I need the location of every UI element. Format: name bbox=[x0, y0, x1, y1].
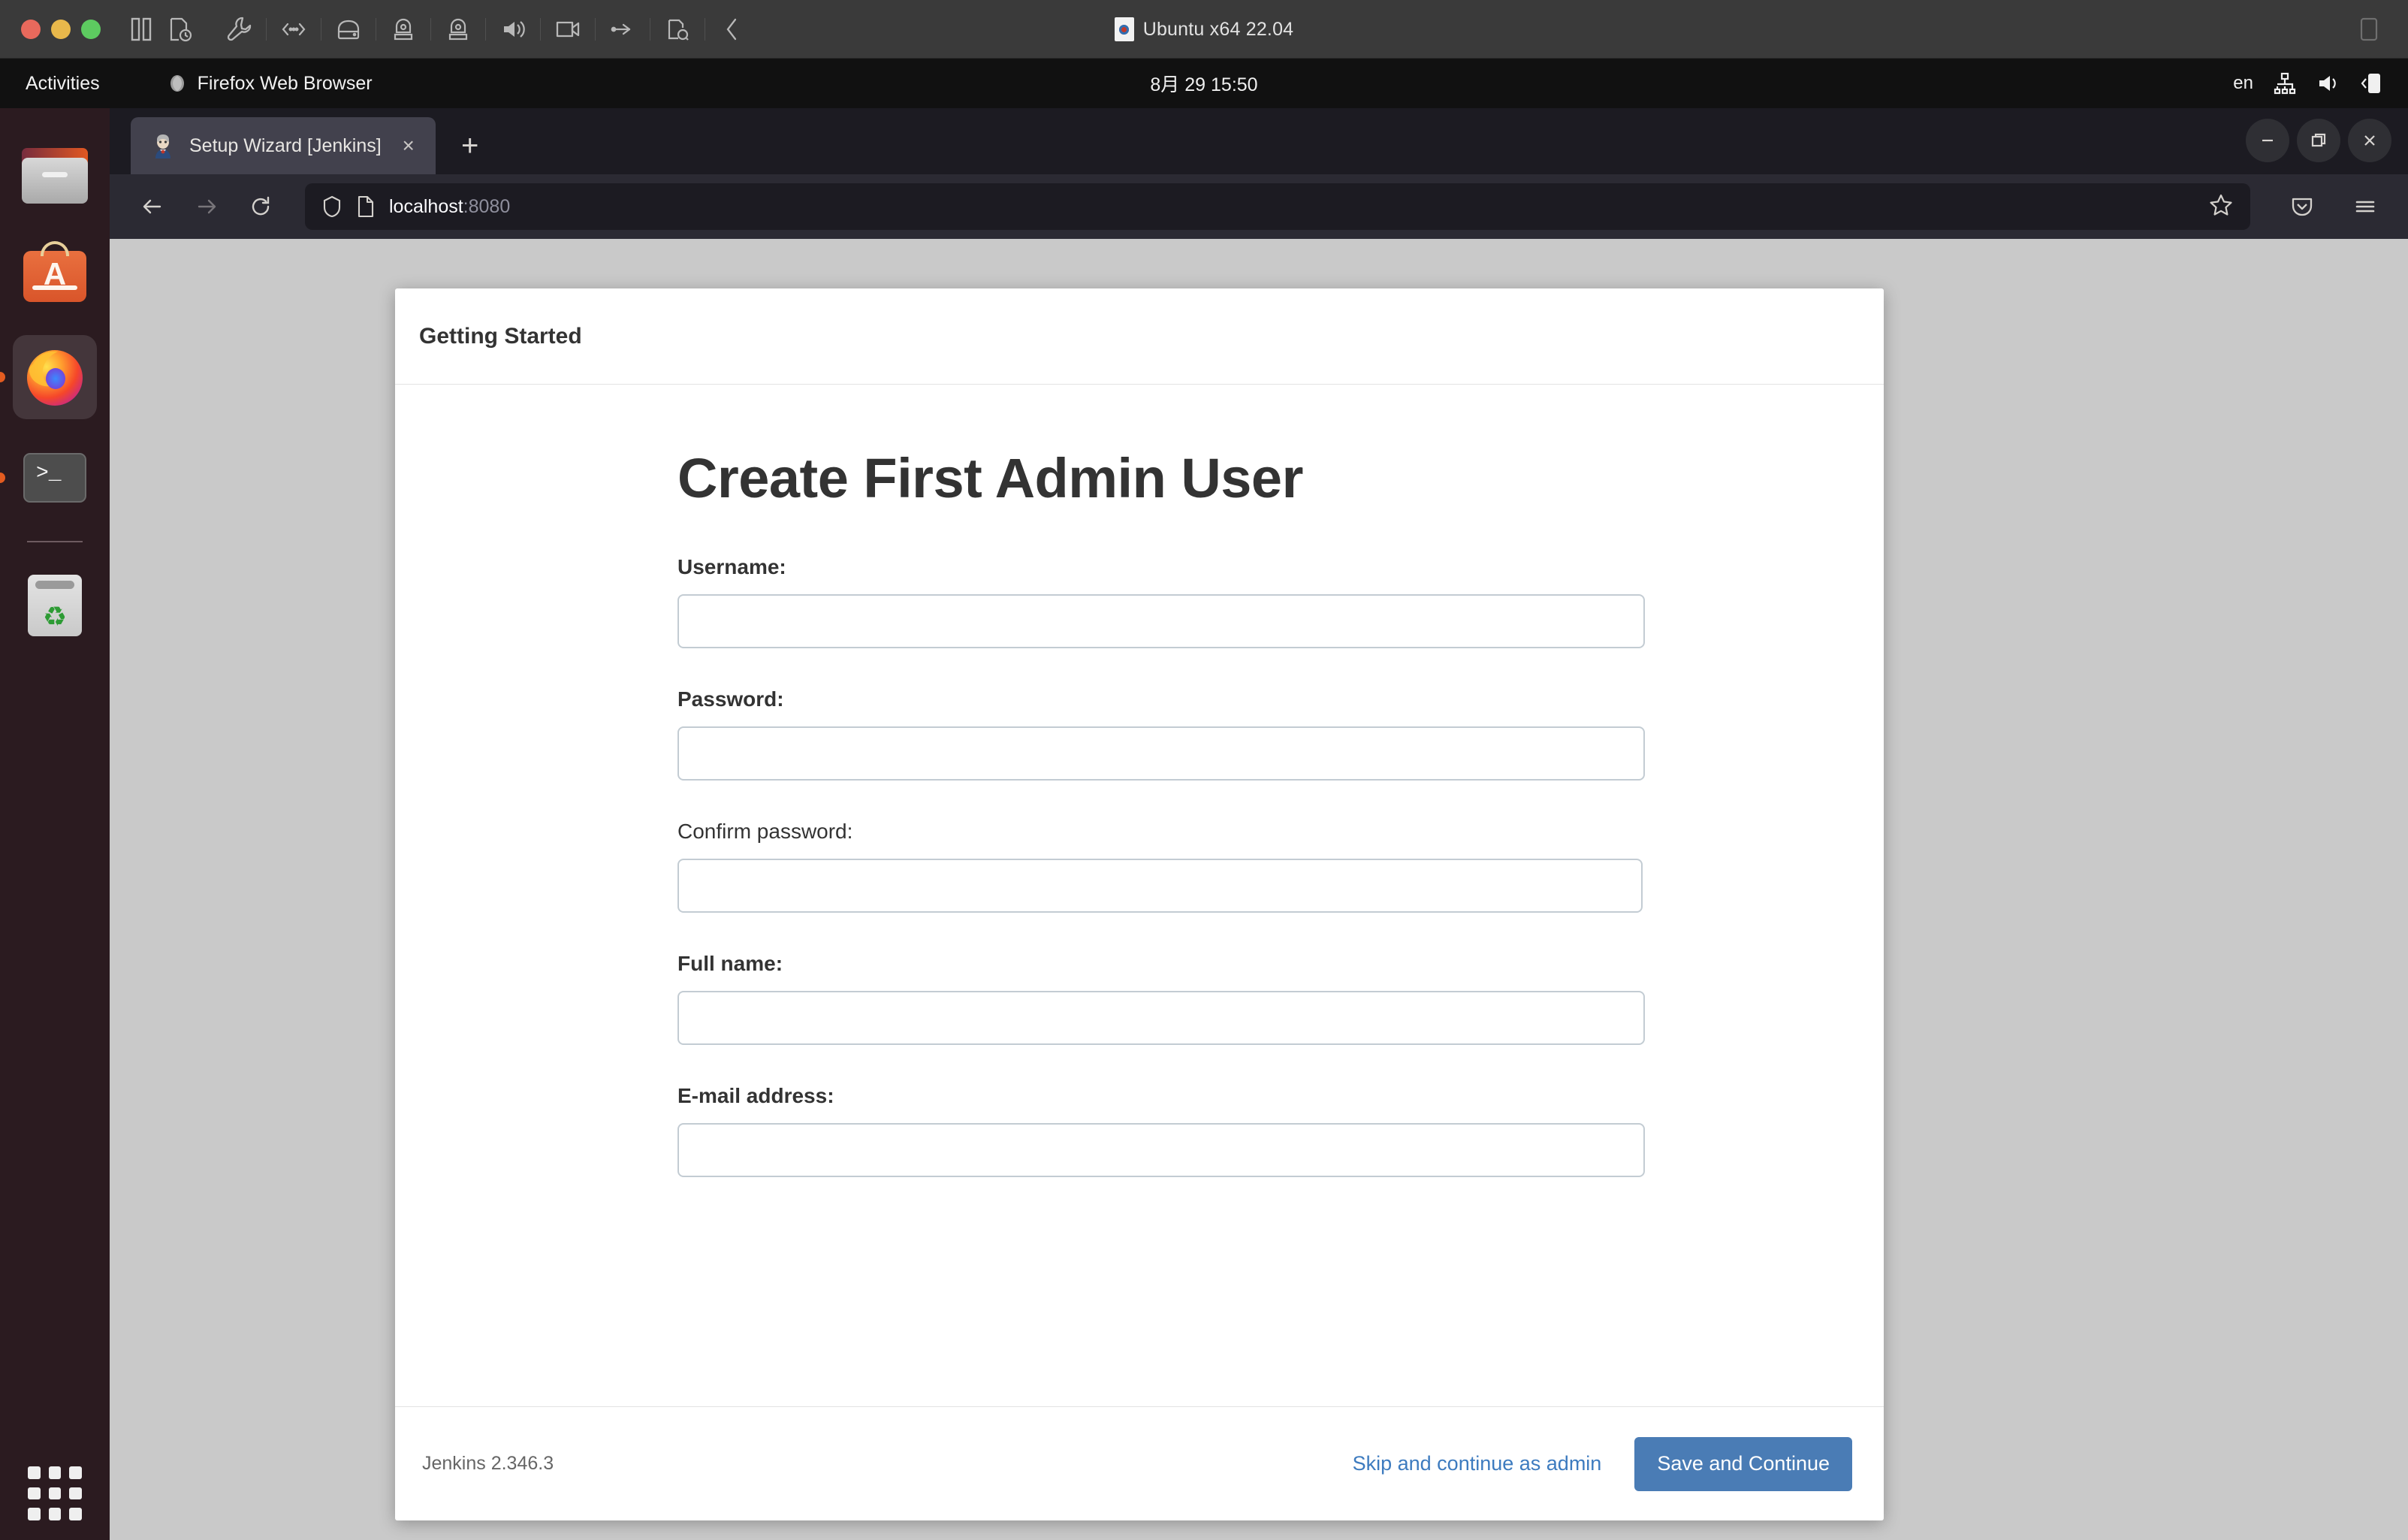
dock-item-files[interactable] bbox=[13, 134, 97, 218]
footer-actions: Skip and continue as admin Save and Cont… bbox=[1353, 1436, 1852, 1491]
jenkins-setup-card: Getting Started Create First Admin User … bbox=[395, 288, 1884, 1520]
maximize-window-button[interactable] bbox=[81, 19, 101, 39]
url-text[interactable]: localhost:8080 bbox=[389, 196, 510, 218]
firefox-navigation-bar: localhost:8080 bbox=[110, 174, 2408, 239]
firefox-window: Setup Wizard [Jenkins] × + localhost:808… bbox=[110, 108, 2408, 1540]
gnome-status-area[interactable]: en bbox=[2233, 71, 2382, 95]
forward-button[interactable] bbox=[183, 183, 230, 230]
admin-user-form: Create First Admin User Username: Passwo… bbox=[655, 446, 1645, 1177]
url-port: :8080 bbox=[463, 195, 511, 217]
toolbar-divider bbox=[595, 17, 596, 41]
field-email: E-mail address: bbox=[677, 1084, 1645, 1177]
tab-title: Setup Wizard [Jenkins] bbox=[189, 134, 382, 156]
minimize-window-button[interactable] bbox=[51, 19, 71, 39]
usb-icon[interactable] bbox=[605, 11, 641, 47]
harddisk-icon[interactable] bbox=[330, 11, 367, 47]
dock-item-ubuntu-software[interactable]: A bbox=[13, 234, 97, 319]
gnome-clock[interactable]: 8月 29 15:50 bbox=[0, 70, 2408, 97]
username-label: Username: bbox=[677, 555, 786, 578]
fullname-label: Full name: bbox=[677, 952, 783, 975]
save-and-continue-button[interactable]: Save and Continue bbox=[1634, 1436, 1852, 1491]
fullname-input[interactable] bbox=[677, 991, 1645, 1045]
snapshot-icon[interactable] bbox=[162, 11, 198, 47]
terminal-icon: >_ bbox=[23, 453, 86, 503]
trash-icon: ♻ bbox=[28, 575, 82, 636]
cdrom-icon[interactable] bbox=[385, 11, 421, 47]
hamburger-menu-icon[interactable] bbox=[2342, 183, 2388, 230]
card-footer: Jenkins 2.346.3 Skip and continue as adm… bbox=[395, 1406, 1884, 1520]
field-username: Username: bbox=[677, 555, 1645, 648]
show-applications-button[interactable] bbox=[28, 1466, 82, 1520]
dock-divider bbox=[27, 541, 83, 542]
network-icon[interactable] bbox=[2273, 71, 2297, 95]
pocket-icon[interactable] bbox=[2279, 183, 2325, 230]
printer-icon[interactable] bbox=[659, 11, 696, 47]
keyboard-language-indicator[interactable]: en bbox=[2233, 73, 2253, 94]
volume-icon[interactable] bbox=[2316, 72, 2340, 95]
card-header: Getting Started bbox=[395, 288, 1884, 385]
card-body: Create First Admin User Username: Passwo… bbox=[395, 385, 1884, 1406]
close-tab-button[interactable]: × bbox=[395, 132, 422, 159]
camera-icon[interactable] bbox=[550, 11, 586, 47]
collapse-icon[interactable] bbox=[714, 11, 750, 47]
ubuntu-software-icon: A bbox=[23, 241, 86, 302]
page-title: Create First Admin User bbox=[677, 447, 1303, 509]
maximize-restore-button[interactable] bbox=[2297, 119, 2340, 162]
firefox-tab-bar: Setup Wizard [Jenkins] × + bbox=[110, 108, 2408, 174]
files-icon bbox=[22, 148, 88, 204]
toolbar-divider bbox=[485, 17, 486, 41]
toolbar-divider bbox=[430, 17, 431, 41]
vmware-window-controls[interactable] bbox=[21, 19, 101, 39]
getting-started-title: Getting Started bbox=[419, 323, 582, 349]
confirm-password-input[interactable] bbox=[677, 859, 1643, 913]
field-password: Password: bbox=[677, 687, 1645, 781]
toolbar-divider bbox=[540, 17, 541, 41]
unity-view-icon[interactable] bbox=[2351, 11, 2387, 47]
new-tab-button[interactable]: + bbox=[448, 123, 493, 168]
ubuntu-dock: A >_ ♻ bbox=[0, 108, 110, 1540]
sound-icon[interactable] bbox=[495, 11, 531, 47]
jenkins-butler-icon bbox=[155, 134, 170, 159]
dock-item-terminal[interactable]: >_ bbox=[13, 436, 97, 520]
url-host: localhost bbox=[389, 195, 463, 217]
close-button[interactable] bbox=[2348, 119, 2391, 162]
email-input[interactable] bbox=[677, 1123, 1645, 1177]
minimize-button[interactable] bbox=[2246, 119, 2289, 162]
vmware-titlebar bbox=[0, 0, 2408, 59]
reload-button[interactable] bbox=[237, 183, 284, 230]
skip-and-continue-link[interactable]: Skip and continue as admin bbox=[1353, 1452, 1602, 1475]
email-label: E-mail address: bbox=[677, 1084, 834, 1107]
page-viewport: Getting Started Create First Admin User … bbox=[110, 239, 2408, 1540]
page-icon[interactable] bbox=[356, 195, 376, 219]
password-input[interactable] bbox=[677, 726, 1645, 781]
dock-item-firefox[interactable] bbox=[13, 335, 97, 419]
bookmark-star-icon[interactable] bbox=[2208, 192, 2234, 222]
close-window-button[interactable] bbox=[21, 19, 41, 39]
toolbar-divider bbox=[266, 17, 267, 41]
dock-item-trash[interactable]: ♻ bbox=[13, 563, 97, 648]
vmware-view-buttons[interactable] bbox=[123, 11, 198, 47]
network-icon[interactable] bbox=[276, 11, 312, 47]
password-label: Password: bbox=[677, 687, 784, 711]
cdrom-alt-icon[interactable] bbox=[440, 11, 476, 47]
back-button[interactable] bbox=[129, 183, 176, 230]
field-fullname: Full name: bbox=[677, 952, 1645, 1045]
tab-setup-wizard[interactable]: Setup Wizard [Jenkins] × bbox=[131, 117, 436, 174]
gnome-top-bar: Activities Firefox Web Browser 8月 29 15:… bbox=[0, 59, 2408, 108]
username-input[interactable] bbox=[677, 594, 1645, 648]
settings-wrench-icon[interactable] bbox=[221, 11, 257, 47]
firefox-toolbar-right bbox=[2279, 183, 2388, 230]
shield-icon[interactable] bbox=[321, 195, 342, 219]
split-view-icon[interactable] bbox=[123, 11, 159, 47]
jenkins-version: Jenkins 2.346.3 bbox=[422, 1453, 554, 1474]
battery-icon[interactable] bbox=[2360, 71, 2382, 95]
vmware-device-toolbar[interactable] bbox=[221, 11, 750, 47]
url-bar[interactable]: localhost:8080 bbox=[305, 183, 2250, 230]
firefox-icon bbox=[27, 350, 83, 406]
firefox-window-controls[interactable] bbox=[2246, 119, 2391, 162]
field-confirm-password: Confirm password: bbox=[677, 820, 1643, 913]
vmware-right-controls[interactable] bbox=[2351, 0, 2387, 59]
confirm-password-label: Confirm password: bbox=[677, 820, 853, 843]
